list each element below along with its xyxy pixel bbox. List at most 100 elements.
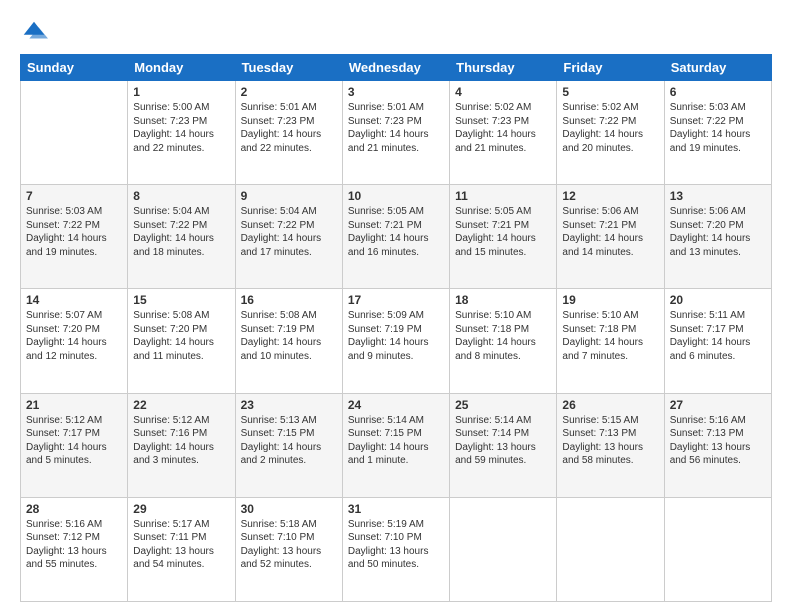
day-number: 26 <box>562 398 658 412</box>
day-info: Sunrise: 5:19 AM Sunset: 7:10 PM Dayligh… <box>348 518 444 572</box>
day-number: 5 <box>562 85 658 99</box>
calendar-cell: 25Sunrise: 5:14 AM Sunset: 7:14 PM Dayli… <box>450 393 557 497</box>
day-number: 15 <box>133 293 229 307</box>
calendar-cell: 30 Sunrise: 5:18 AM Sunset: 7:10 PM Dayli… <box>235 497 342 601</box>
weekday-header-thursday: Thursday <box>450 55 557 81</box>
day-number: 25 <box>455 398 551 412</box>
weekday-header-monday: Monday <box>128 55 235 81</box>
day-number: 12 <box>562 189 658 203</box>
day-number: 13 <box>670 189 766 203</box>
header <box>20 18 772 46</box>
day-info: Sunrise: 5:12 AM Sunset: 7:17 PM Dayligh… <box>26 414 122 468</box>
calendar-table: SundayMondayTuesdayWednesdayThursdayFrid… <box>20 54 772 602</box>
calendar-cell: 8 Sunrise: 5:04 AM Sunset: 7:22 PM Daylig… <box>128 185 235 289</box>
weekday-header-friday: Friday <box>557 55 664 81</box>
day-number: 20 <box>670 293 766 307</box>
day-info: Sunrise: 5:18 AM Sunset: 7:10 PM Dayligh… <box>241 518 337 572</box>
day-info: Sunrise: 5:14 AM Sunset: 7:15 PM Dayligh… <box>348 414 444 468</box>
day-number: 17 <box>348 293 444 307</box>
day-info: Sunrise: 5:11 AM Sunset: 7:17 PM Dayligh… <box>670 309 766 363</box>
day-info: Sunrise: 5:12 AM Sunset: 7:16 PM Dayligh… <box>133 414 229 468</box>
calendar-cell: 31 Sunrise: 5:19 AM Sunset: 7:10 PM Dayli… <box>342 497 449 601</box>
day-info: Sunrise: 5:01 AM Sunset: 7:23 PM Dayligh… <box>241 101 337 155</box>
calendar-cell: 13 Sunrise: 5:06 AM Sunset: 7:20 PM Dayli… <box>664 185 771 289</box>
day-number: 2 <box>241 85 337 99</box>
calendar-cell: 20 Sunrise: 5:11 AM Sunset: 7:17 PM Dayli… <box>664 289 771 393</box>
day-number: 18 <box>455 293 551 307</box>
calendar-week-row: 28 Sunrise: 5:16 AM Sunset: 7:12 PM Dayli… <box>21 497 772 601</box>
calendar-cell: 28 Sunrise: 5:16 AM Sunset: 7:12 PM Dayli… <box>21 497 128 601</box>
day-number: 4 <box>455 85 551 99</box>
day-info: Sunrise: 5:01 AM Sunset: 7:23 PM Dayligh… <box>348 101 444 155</box>
calendar-week-row: 21 Sunrise: 5:12 AM Sunset: 7:17 PM Dayli… <box>21 393 772 497</box>
day-info: Sunrise: 5:04 AM Sunset: 7:22 PM Dayligh… <box>241 205 337 259</box>
logo-icon <box>20 18 48 46</box>
day-info: Sunrise: 5:10 AM Sunset: 7:18 PM Dayligh… <box>562 309 658 363</box>
calendar-cell: 24Sunrise: 5:14 AM Sunset: 7:15 PM Dayli… <box>342 393 449 497</box>
day-info: Sunrise: 5:08 AM Sunset: 7:19 PM Dayligh… <box>241 309 337 363</box>
calendar-cell: 22 Sunrise: 5:12 AM Sunset: 7:16 PM Dayli… <box>128 393 235 497</box>
calendar-cell: 15 Sunrise: 5:08 AM Sunset: 7:20 PM Dayli… <box>128 289 235 393</box>
day-info: Sunrise: 5:09 AM Sunset: 7:19 PM Dayligh… <box>348 309 444 363</box>
day-number: 16 <box>241 293 337 307</box>
calendar-week-row: 14 Sunrise: 5:07 AM Sunset: 7:20 PM Dayli… <box>21 289 772 393</box>
calendar-cell: 12 Sunrise: 5:06 AM Sunset: 7:21 PM Dayli… <box>557 185 664 289</box>
calendar-cell: 7 Sunrise: 5:03 AM Sunset: 7:22 PM Daylig… <box>21 185 128 289</box>
day-number: 28 <box>26 502 122 516</box>
calendar-cell: 14 Sunrise: 5:07 AM Sunset: 7:20 PM Dayli… <box>21 289 128 393</box>
calendar-cell: 11 Sunrise: 5:05 AM Sunset: 7:21 PM Dayli… <box>450 185 557 289</box>
calendar-cell: 3 Sunrise: 5:01 AM Sunset: 7:23 PM Daylig… <box>342 81 449 185</box>
calendar-cell: 5Sunrise: 5:02 AM Sunset: 7:22 PM Daylig… <box>557 81 664 185</box>
day-info: Sunrise: 5:07 AM Sunset: 7:20 PM Dayligh… <box>26 309 122 363</box>
day-number: 9 <box>241 189 337 203</box>
weekday-header-tuesday: Tuesday <box>235 55 342 81</box>
day-number: 31 <box>348 502 444 516</box>
calendar-cell: 4Sunrise: 5:02 AM Sunset: 7:23 PM Daylig… <box>450 81 557 185</box>
weekday-header-saturday: Saturday <box>664 55 771 81</box>
calendar-cell <box>450 497 557 601</box>
calendar-cell: 10Sunrise: 5:05 AM Sunset: 7:21 PM Dayli… <box>342 185 449 289</box>
day-info: Sunrise: 5:03 AM Sunset: 7:22 PM Dayligh… <box>670 101 766 155</box>
day-number: 7 <box>26 189 122 203</box>
page: SundayMondayTuesdayWednesdayThursdayFrid… <box>0 0 792 612</box>
calendar-cell <box>557 497 664 601</box>
calendar-cell: 26 Sunrise: 5:15 AM Sunset: 7:13 PM Dayli… <box>557 393 664 497</box>
day-info: Sunrise: 5:08 AM Sunset: 7:20 PM Dayligh… <box>133 309 229 363</box>
day-info: Sunrise: 5:10 AM Sunset: 7:18 PM Dayligh… <box>455 309 551 363</box>
day-info: Sunrise: 5:06 AM Sunset: 7:21 PM Dayligh… <box>562 205 658 259</box>
day-number: 3 <box>348 85 444 99</box>
day-number: 1 <box>133 85 229 99</box>
day-number: 14 <box>26 293 122 307</box>
calendar-cell: 19 Sunrise: 5:10 AM Sunset: 7:18 PM Dayli… <box>557 289 664 393</box>
calendar-cell: 23Sunrise: 5:13 AM Sunset: 7:15 PM Dayli… <box>235 393 342 497</box>
weekday-header-wednesday: Wednesday <box>342 55 449 81</box>
calendar-cell: 18 Sunrise: 5:10 AM Sunset: 7:18 PM Dayli… <box>450 289 557 393</box>
calendar-cell <box>21 81 128 185</box>
day-info: Sunrise: 5:16 AM Sunset: 7:12 PM Dayligh… <box>26 518 122 572</box>
day-number: 8 <box>133 189 229 203</box>
day-number: 10 <box>348 189 444 203</box>
day-number: 22 <box>133 398 229 412</box>
day-info: Sunrise: 5:16 AM Sunset: 7:13 PM Dayligh… <box>670 414 766 468</box>
day-number: 23 <box>241 398 337 412</box>
day-info: Sunrise: 5:03 AM Sunset: 7:22 PM Dayligh… <box>26 205 122 259</box>
day-info: Sunrise: 5:06 AM Sunset: 7:20 PM Dayligh… <box>670 205 766 259</box>
day-number: 6 <box>670 85 766 99</box>
calendar-week-row: 7 Sunrise: 5:03 AM Sunset: 7:22 PM Daylig… <box>21 185 772 289</box>
day-number: 21 <box>26 398 122 412</box>
calendar-week-row: 1 Sunrise: 5:00 AM Sunset: 7:23 PM Daylig… <box>21 81 772 185</box>
calendar-cell: 6 Sunrise: 5:03 AM Sunset: 7:22 PM Daylig… <box>664 81 771 185</box>
day-info: Sunrise: 5:04 AM Sunset: 7:22 PM Dayligh… <box>133 205 229 259</box>
calendar-cell: 16 Sunrise: 5:08 AM Sunset: 7:19 PM Dayli… <box>235 289 342 393</box>
day-info: Sunrise: 5:05 AM Sunset: 7:21 PM Dayligh… <box>455 205 551 259</box>
calendar-cell: 17 Sunrise: 5:09 AM Sunset: 7:19 PM Dayli… <box>342 289 449 393</box>
day-info: Sunrise: 5:15 AM Sunset: 7:13 PM Dayligh… <box>562 414 658 468</box>
day-number: 30 <box>241 502 337 516</box>
calendar-cell: 2 Sunrise: 5:01 AM Sunset: 7:23 PM Daylig… <box>235 81 342 185</box>
weekday-header-row: SundayMondayTuesdayWednesdayThursdayFrid… <box>21 55 772 81</box>
day-number: 11 <box>455 189 551 203</box>
day-info: Sunrise: 5:00 AM Sunset: 7:23 PM Dayligh… <box>133 101 229 155</box>
calendar-cell: 9 Sunrise: 5:04 AM Sunset: 7:22 PM Daylig… <box>235 185 342 289</box>
day-number: 19 <box>562 293 658 307</box>
logo <box>20 18 52 46</box>
